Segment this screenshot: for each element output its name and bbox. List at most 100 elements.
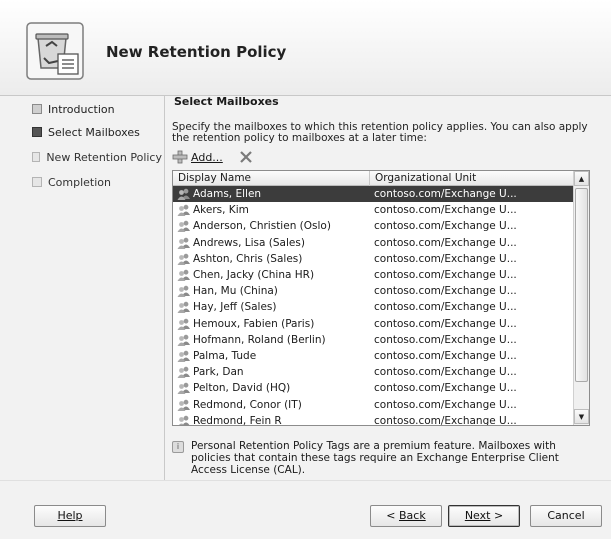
back-button[interactable]: < Back [370,505,442,527]
column-header-display-name[interactable]: Display Name [173,171,370,186]
user-icon [177,253,190,265]
step-introduction: Introduction [32,101,162,117]
table-row[interactable]: Akers, Kim contoso.com/Exchange U... [173,202,574,218]
user-icon [177,318,190,330]
table-row[interactable]: Anderson, Christien (Oslo) contoso.com/Ex… [173,218,574,234]
cell-organizational-unit: contoso.com/Exchange U... [374,252,517,265]
cell-display-name: Hay, Jeff (Sales) [173,301,370,314]
table-row[interactable]: Ashton, Chris (Sales) contoso.com/Exchang… [173,251,574,267]
step-indicator-icon [32,152,41,162]
table-row[interactable]: Palma, Tude contoso.com/Exchange U... [173,348,574,364]
scroll-thumb[interactable] [575,188,588,382]
cell-organizational-unit: contoso.com/Exchange U... [374,317,517,330]
scroll-up-icon[interactable]: ▲ [574,171,589,186]
cell-organizational-unit: contoso.com/Exchange U... [374,366,517,379]
table-row[interactable]: Park, Dan contoso.com/Exchange U... [173,364,574,380]
display-name-text: Redmond, Fein R [193,414,282,426]
cell-display-name: Chen, Jacky (China HR) [173,269,370,282]
cell-organizational-unit: contoso.com/Exchange U... [374,188,517,201]
mailbox-toolbar: Add... [172,148,253,166]
cell-organizational-unit: contoso.com/Exchange U... [374,285,517,298]
display-name-text: Adams, Ellen [193,188,262,201]
next-button-label: Next [464,509,491,522]
step-indicator-icon [32,127,42,137]
cell-organizational-unit: contoso.com/Exchange U... [374,333,517,346]
user-icon [177,399,190,411]
step-indicator-icon [32,177,42,187]
help-button-label: Help [57,509,83,522]
grid-header: Display Name Organizational Unit [173,171,574,186]
table-row[interactable]: Hemoux, Fabien (Paris) contoso.com/Exchan… [173,316,574,332]
table-row[interactable]: Pelton, David (HQ) contoso.com/Exchange U… [173,380,574,396]
user-icon [177,286,190,298]
table-row[interactable]: Hofmann, Roland (Berlin) contoso.com/Exch… [173,332,574,348]
license-info-text: Personal Retention Policy Tags are a pre… [191,440,559,476]
table-row[interactable]: Chen, Jacky (China HR) contoso.com/Exchan… [173,267,574,283]
cell-display-name: Redmond, Fein R [173,414,370,426]
step-label: New Retention Policy [46,150,162,164]
table-row[interactable]: Han, Mu (China) contoso.com/Exchange U... [173,283,574,299]
info-icon: i [172,441,184,453]
step-completion: Completion [32,174,162,190]
cell-display-name: Ashton, Chris (Sales) [173,253,370,265]
nav-divider [164,96,165,480]
cell-display-name: Park, Dan [173,366,370,379]
user-icon [177,269,190,282]
vertical-scrollbar[interactable]: ▲ ▼ [573,171,589,425]
section-title: Select Mailboxes [174,95,279,108]
table-row[interactable]: Adams, Ellen contoso.com/Exchange U... [173,186,574,203]
cell-organizational-unit: contoso.com/Exchange U... [374,204,517,217]
column-header-organizational-unit[interactable]: Organizational Unit [370,171,574,186]
display-name-text: Palma, Tude [193,349,257,362]
cell-display-name: Anderson, Christien (Oslo) [173,220,370,233]
cell-organizational-unit: contoso.com/Exchange U... [374,414,517,426]
display-name-text: Pelton, David (HQ) [193,382,291,395]
display-name-text: Andrews, Lisa (Sales) [193,236,305,249]
user-icon [177,366,190,379]
step-select-mailboxes: Select Mailboxes [32,124,162,140]
table-row[interactable]: Redmond, Conor (IT) contoso.com/Exchange … [173,396,574,412]
step-indicator-icon [32,104,42,114]
table-row[interactable]: Andrews, Lisa (Sales) contoso.com/Exchang… [173,235,574,251]
cell-display-name: Han, Mu (China) [173,285,370,298]
cell-display-name: Adams, Ellen [173,188,370,201]
cell-display-name: Palma, Tude [173,350,370,362]
step-label: Introduction [48,102,115,116]
display-name-text: Ashton, Chris (Sales) [193,252,303,265]
user-icon [178,415,190,425]
cancel-button-label: Cancel [547,509,585,522]
user-icon [177,334,190,346]
help-button[interactable]: Help [34,505,106,527]
section-description: Specify the mailboxes to which this rete… [172,121,588,144]
user-icon [177,302,190,314]
table-row[interactable]: Redmond, Fein R contoso.com/Exchange U... [173,413,574,426]
cell-display-name: Hofmann, Roland (Berlin) [173,334,370,346]
cell-organizational-unit: contoso.com/Exchange U... [374,220,517,233]
step-label: Select Mailboxes [48,125,140,139]
wizard-header: New Retention Policy [0,0,611,96]
cell-organizational-unit: contoso.com/Exchange U... [374,382,517,395]
license-info: i Personal Retention Policy Tags are a p… [172,440,592,476]
display-name-text: Hemoux, Fabien (Paris) [193,317,315,330]
remove-button[interactable] [239,150,253,164]
display-name-text: Anderson, Christien (Oslo) [193,220,331,233]
retention-policy-wizard-icon [26,22,84,80]
add-icon [172,150,188,164]
cell-organizational-unit: contoso.com/Exchange U... [374,301,517,314]
add-button[interactable]: Add... [172,150,223,164]
cancel-button[interactable]: Cancel [530,505,602,527]
cell-display-name: Andrews, Lisa (Sales) [173,237,370,249]
table-row[interactable]: Hay, Jeff (Sales) contoso.com/Exchange U.… [173,299,574,315]
display-name-text: Hofmann, Roland (Berlin) [193,333,326,346]
cell-organizational-unit: contoso.com/Exchange U... [374,269,517,282]
cell-display-name: Pelton, David (HQ) [173,382,370,395]
next-button[interactable]: Next > [448,505,520,527]
scroll-down-icon[interactable]: ▼ [574,409,589,424]
page-title: New Retention Policy [106,43,287,61]
cell-display-name: Hemoux, Fabien (Paris) [173,318,370,330]
user-icon [177,188,190,201]
mailbox-grid[interactable]: Display Name Organizational Unit Adams, … [172,170,590,426]
user-icon [177,350,190,362]
display-name-text: Chen, Jacky (China HR) [193,269,315,282]
user-icon [177,221,190,233]
